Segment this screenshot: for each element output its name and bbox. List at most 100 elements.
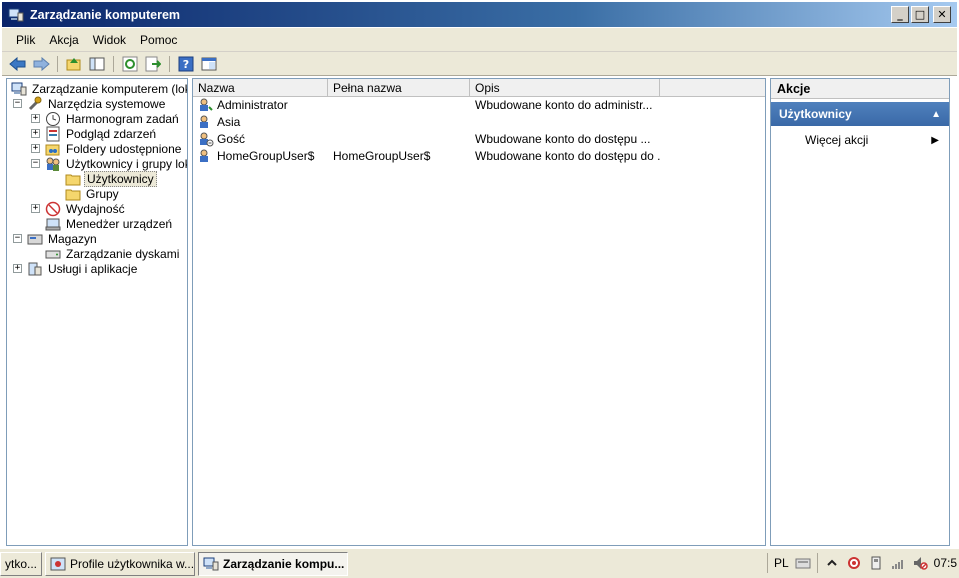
close-icon: ✕ xyxy=(937,8,947,21)
menu-help[interactable]: Pomoc xyxy=(134,31,183,49)
user-name: Asia xyxy=(217,115,241,129)
tree-item-device-manager[interactable]: Menedżer urządzeń xyxy=(45,216,174,232)
maximize-button[interactable]: □ xyxy=(911,6,929,23)
system-tray: PL 07:5 xyxy=(766,551,959,575)
properties-icon xyxy=(201,57,217,70)
cell-full-name: HomeGroupUser$ xyxy=(333,149,431,163)
console-tree: Zarządzanie komputerem (lokalne) − Narzę… xyxy=(6,78,188,546)
table-row[interactable]: Gość Wbudowane konto do dostępu ... xyxy=(193,131,765,147)
column-header-description[interactable]: Opis xyxy=(470,79,660,97)
close-button[interactable]: ✕ xyxy=(933,6,951,23)
computer-management-icon xyxy=(8,8,24,21)
volume-muted-icon[interactable] xyxy=(912,555,928,571)
properties-button[interactable] xyxy=(199,55,219,73)
user-disabled-icon xyxy=(200,132,214,147)
network-signal-icon[interactable] xyxy=(890,555,906,571)
clock[interactable]: 07:5 xyxy=(934,556,957,570)
menu-action[interactable]: Akcja xyxy=(43,31,84,49)
expand-toggle[interactable]: + xyxy=(31,144,40,153)
tree-item-task-scheduler[interactable]: Harmonogram zadań xyxy=(45,111,181,127)
device-manager-icon xyxy=(45,218,61,231)
export-button[interactable] xyxy=(143,55,163,73)
table-row[interactable]: Asia xyxy=(193,114,765,130)
up-button[interactable] xyxy=(64,55,84,73)
taskbar-item-user-profiles[interactable]: Profile użytkownika w... xyxy=(45,551,195,576)
tree-item-system-tools[interactable]: Narzędzia systemowe xyxy=(27,96,167,112)
show-hide-tree-button[interactable] xyxy=(87,55,107,73)
toolbar: ? xyxy=(2,52,957,76)
forward-icon xyxy=(33,56,50,71)
usb-device-icon[interactable] xyxy=(868,555,884,571)
tree-item-computer-management[interactable]: Zarządzanie komputerem (lokalne) xyxy=(11,81,187,97)
computer-management-icon xyxy=(11,82,27,96)
forward-button[interactable] xyxy=(31,55,51,73)
actions-section-users[interactable]: Użytkownicy ▲ xyxy=(771,102,949,126)
tools-icon xyxy=(28,96,42,111)
export-icon xyxy=(145,56,161,71)
collapse-up-icon: ▲ xyxy=(931,108,941,120)
table-row[interactable]: Administrator Wbudowane konto do adminis… xyxy=(193,97,765,113)
table-row[interactable]: HomeGroupUser$ HomeGroupUser$ Wbudowane … xyxy=(193,148,765,164)
taskbar: ytko... Profile użytkownika w... Zarządz… xyxy=(0,548,959,578)
user-icon xyxy=(200,149,208,162)
tree-item-disk-management[interactable]: Zarządzanie dyskami xyxy=(45,246,181,262)
keyboard-icon[interactable] xyxy=(795,555,811,571)
expand-toggle[interactable]: + xyxy=(13,264,22,273)
menu-view[interactable]: Widok xyxy=(87,31,132,49)
title-bar: Zarządzanie komputerem _ □ ✕ xyxy=(2,2,957,27)
minimize-icon: _ xyxy=(897,8,903,21)
menu-file[interactable]: Plik xyxy=(10,31,41,49)
expand-toggle[interactable]: + xyxy=(31,114,40,123)
tree-item-users[interactable]: Użytkownicy xyxy=(65,171,157,187)
tree-item-groups[interactable]: Grupy xyxy=(65,186,121,202)
user-name: Administrator xyxy=(217,98,288,112)
help-button[interactable]: ? xyxy=(176,55,196,73)
cell-name: HomeGroupUser$ xyxy=(193,148,328,164)
up-icon xyxy=(66,57,81,70)
results-list: Nazwa Pełna nazwa Opis Administrator Wbu… xyxy=(192,78,766,546)
tree-item-event-viewer[interactable]: Podgląd zdarzeń xyxy=(45,126,158,142)
tree-item-label: Podgląd zdarzeń xyxy=(66,127,157,141)
more-actions-label: Więcej akcji xyxy=(805,133,869,147)
collapse-toggle[interactable]: − xyxy=(13,99,22,108)
column-header-name[interactable]: Nazwa xyxy=(193,79,328,97)
chevron-up-icon[interactable] xyxy=(824,555,840,571)
language-indicator[interactable]: PL xyxy=(774,556,789,570)
tree-item-shared-folders[interactable]: Foldery udostępnione xyxy=(45,141,183,157)
column-label: Opis xyxy=(475,81,500,95)
tree-item-label: Grupy xyxy=(86,187,119,201)
collapse-toggle[interactable]: − xyxy=(31,159,40,168)
expand-toggle[interactable]: + xyxy=(31,129,40,138)
user-icon xyxy=(200,115,208,128)
actions-header: Akcje xyxy=(771,79,949,99)
action-center-icon[interactable] xyxy=(846,555,862,571)
minimize-button[interactable]: _ xyxy=(891,6,909,23)
clock-icon xyxy=(46,112,60,126)
chevron-right-icon: ▶ xyxy=(931,134,939,146)
collapse-toggle[interactable]: − xyxy=(13,234,22,243)
taskbar-item-computer-management[interactable]: Zarządzanie kompu... xyxy=(198,551,348,576)
back-button[interactable] xyxy=(8,55,28,73)
tree-item-label: Użytkownicy xyxy=(84,171,157,187)
tree-item-services-apps[interactable]: Usługi i aplikacje xyxy=(27,261,139,277)
back-icon xyxy=(9,56,26,71)
expand-toggle[interactable]: + xyxy=(31,204,40,213)
tree-item-label: Harmonogram zadań xyxy=(66,112,179,126)
tree-item-storage[interactable]: Magazyn xyxy=(27,231,99,247)
column-label: Pełna nazwa xyxy=(333,81,402,95)
tree-item-performance[interactable]: Wydajność xyxy=(45,201,127,217)
actions-pane: Akcje Użytkownicy ▲ Więcej akcji ▶ xyxy=(770,78,950,546)
users-icon xyxy=(46,157,60,171)
user-name: Gość xyxy=(217,132,246,146)
toolbar-separator xyxy=(57,55,58,72)
show-hide-tree-icon xyxy=(89,57,105,70)
refresh-button[interactable] xyxy=(120,55,140,73)
column-header-full-name[interactable]: Pełna nazwa xyxy=(328,79,470,97)
computer-management-icon xyxy=(203,557,219,570)
cell-description: Wbudowane konto do dostępu do ... xyxy=(475,149,660,163)
tree-item-local-users-groups[interactable]: Użytkownicy i grupy lokalne xyxy=(45,156,187,172)
taskbar-item-users[interactable]: ytko... xyxy=(0,551,42,576)
more-actions-link[interactable]: Więcej akcji ▶ xyxy=(771,129,949,151)
event-viewer-icon xyxy=(46,126,60,142)
refresh-icon xyxy=(122,56,138,71)
